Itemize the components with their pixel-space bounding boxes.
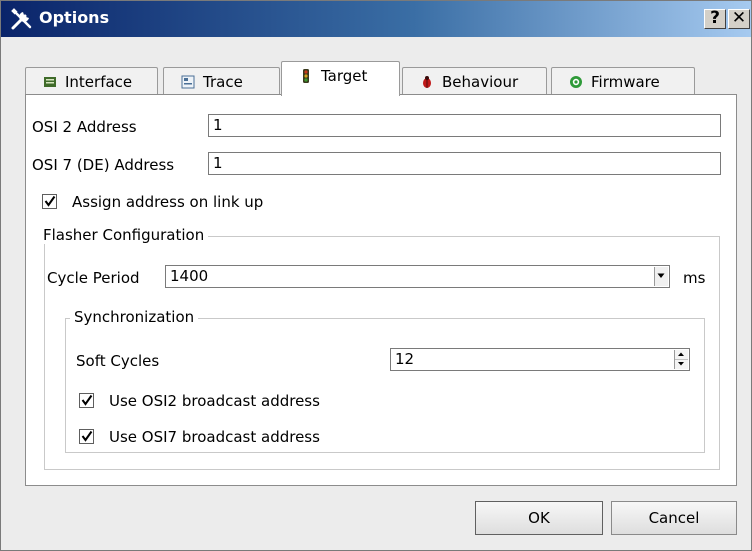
gear-icon — [570, 75, 582, 88]
window-title: Options — [39, 8, 110, 27]
tools-icon — [11, 8, 32, 30]
synchronization-group: Synchronization Soft Cycles 12 Use OSI2 … — [65, 308, 705, 453]
osi7-address-input[interactable]: 1 — [208, 152, 721, 175]
tab-behaviour[interactable]: Behaviour — [402, 67, 547, 95]
soft-cycles-value: 12 — [395, 350, 415, 368]
osi7-broadcast-label[interactable]: Use OSI7 broadcast address — [109, 428, 320, 446]
checkmark-icon — [81, 430, 93, 442]
interface-icon — [44, 76, 56, 87]
tab-label: Target — [321, 67, 368, 85]
osi2-address-input[interactable]: 1 — [208, 114, 721, 137]
spin-up-button[interactable] — [675, 350, 688, 360]
osi7-address-label: OSI 7 (DE) Address — [32, 156, 175, 174]
options-dialog: Options ? ✕ Interface Trace Target Behav… — [0, 0, 752, 551]
flasher-configuration-title: Flasher Configuration — [39, 226, 209, 244]
ok-button[interactable]: OK — [475, 501, 603, 535]
ladybug-icon — [423, 75, 431, 88]
tab-label: Trace — [203, 72, 243, 91]
assign-address-checkbox[interactable] — [42, 194, 57, 209]
checkmark-icon — [81, 394, 93, 406]
cycle-period-combobox[interactable]: 1400 — [165, 265, 670, 288]
help-button[interactable]: ? — [704, 9, 726, 29]
tab-target[interactable]: Target — [281, 61, 400, 96]
close-button[interactable]: ✕ — [728, 9, 750, 29]
tab-interface[interactable]: Interface — [25, 67, 158, 95]
osi7-broadcast-checkbox[interactable] — [79, 429, 94, 444]
soft-cycles-label: Soft Cycles — [76, 352, 160, 370]
osi2-address-label: OSI 2 Address — [32, 118, 137, 136]
chevron-down-icon — [657, 273, 665, 278]
osi2-broadcast-checkbox[interactable] — [79, 393, 94, 408]
checkmark-icon — [44, 195, 56, 207]
cycle-period-label: Cycle Period — [47, 269, 140, 287]
target-tab-panel: OSI 2 Address 1 OSI 7 (DE) Address 1 Ass… — [25, 94, 737, 486]
trace-icon — [181, 75, 195, 88]
spin-down-button[interactable] — [675, 360, 688, 369]
assign-address-label[interactable]: Assign address on link up — [72, 193, 263, 211]
tab-label: Interface — [65, 72, 133, 91]
cancel-button[interactable]: Cancel — [611, 501, 737, 535]
synchronization-title: Synchronization — [70, 308, 199, 326]
cycle-period-unit: ms — [683, 269, 706, 287]
cycle-period-value: 1400 — [170, 267, 209, 285]
title-bar[interactable]: Options ? ✕ — [1, 1, 751, 37]
dropdown-arrow[interactable] — [654, 267, 668, 286]
osi2-broadcast-label[interactable]: Use OSI2 broadcast address — [109, 392, 320, 410]
chevron-down-icon — [678, 362, 684, 366]
spinbox-buttons[interactable] — [674, 350, 688, 369]
tab-trace[interactable]: Trace — [163, 67, 280, 95]
tab-label: Firmware — [591, 72, 660, 91]
flasher-configuration-group: Flasher Configuration Cycle Period 1400 … — [39, 226, 720, 470]
traffic-light-icon — [303, 69, 309, 83]
soft-cycles-spinbox[interactable]: 12 — [390, 348, 690, 371]
tab-label: Behaviour — [442, 72, 519, 91]
chevron-up-icon — [678, 352, 684, 356]
tab-firmware[interactable]: Firmware — [551, 67, 695, 95]
